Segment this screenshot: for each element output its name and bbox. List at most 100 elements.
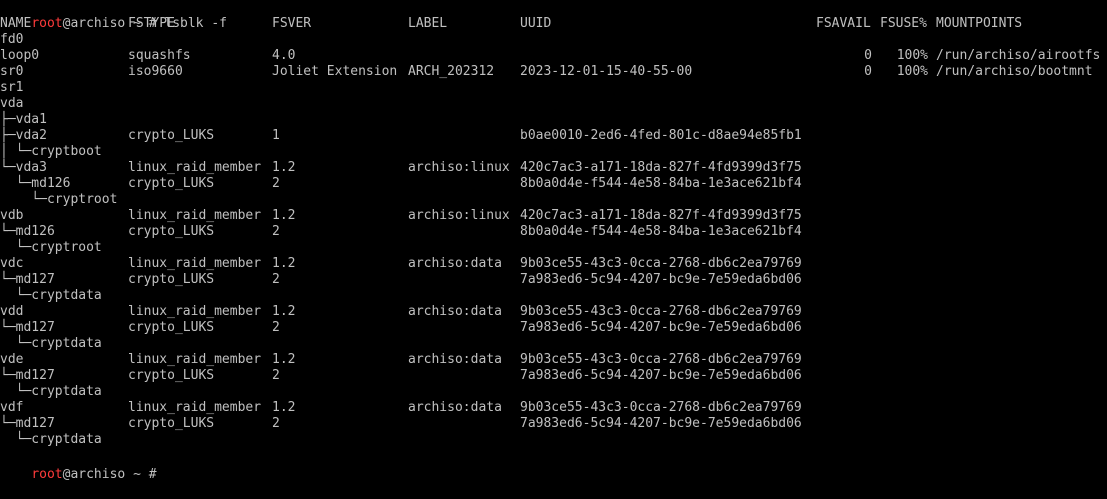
device-uuid: 9b03ce55-43c3-0cca-2768-db6c2ea79769 xyxy=(520,304,802,319)
device-fsver: 2 xyxy=(272,176,280,191)
device-uuid: 9b03ce55-43c3-0cca-2768-db6c2ea79769 xyxy=(520,256,802,271)
device-name: sr0 xyxy=(0,64,24,79)
device-uuid: 8b0a0d4e-f544-4e58-84ba-1e3ace621bf4 xyxy=(520,224,802,239)
device-name: sr1 xyxy=(0,80,24,95)
table-row: └─md127 crypto_LUKS 2 7a983ed6-5c94-4207-bc… xyxy=(0,320,1107,336)
device-name: vde xyxy=(0,352,24,367)
table-row: └─md127 crypto_LUKS 2 7a983ed6-5c94-4207-bc… xyxy=(0,272,1107,288)
device-name: └─md126 xyxy=(0,176,71,191)
device-fstype: crypto_LUKS xyxy=(128,176,215,191)
terminal-window[interactable]: root@archiso ~ # lsblk -f NAME FSTYPE FS… xyxy=(0,0,1107,482)
header-fsuse: FSUSE% xyxy=(880,16,927,31)
device-name: └─cryptdata xyxy=(0,288,102,303)
table-row: └─cryptdata xyxy=(0,336,1107,352)
device-fsver: 1.2 xyxy=(272,256,296,271)
device-uuid: b0ae0010-2ed6-4fed-801c-d8ae94e85fb1 xyxy=(520,128,802,143)
device-fstype: crypto_LUKS xyxy=(128,416,215,431)
device-name: vdd xyxy=(0,304,24,319)
device-name: loop0 xyxy=(0,48,40,63)
device-uuid: 9b03ce55-43c3-0cca-2768-db6c2ea79769 xyxy=(520,400,802,415)
device-fsver: 2 xyxy=(272,272,280,287)
table-row: └─vda3 linux_raid_member 1.2 archiso:linux 4… xyxy=(0,160,1107,176)
device-name: vdb xyxy=(0,208,24,223)
table-header: NAME FSTYPE FSVER LABEL UUID FSAVAIL FSU… xyxy=(0,16,1107,32)
table-row: └─cryptdata xyxy=(0,384,1107,400)
device-label: ARCH_202312 xyxy=(408,64,495,79)
device-fsavail: 0 xyxy=(864,48,872,63)
table-row: └─md126 crypto_LUKS 2 8b0a0d4e-f544-4e58-84… xyxy=(0,224,1107,240)
device-list: fd0 loop0 squashfs 4.0 0 100% /run/archiso/air… xyxy=(0,32,1107,448)
device-label: archiso:data xyxy=(408,400,502,415)
device-fstype: linux_raid_member xyxy=(128,304,262,319)
device-fstype: linux_raid_member xyxy=(128,208,262,223)
device-fsver: 1.2 xyxy=(272,208,296,223)
cursor xyxy=(164,464,172,478)
device-uuid: 7a983ed6-5c94-4207-bc9e-7e59eda6bd06 xyxy=(520,272,802,287)
device-label: archiso:data xyxy=(408,256,502,271)
device-name: └─cryptdata xyxy=(0,336,102,351)
table-row: vda xyxy=(0,96,1107,112)
device-label: archiso:linux xyxy=(408,160,510,175)
header-name: NAME xyxy=(0,16,32,31)
table-row: ├─vda2 crypto_LUKS 1 b0ae0010-2ed6-4fed-801… xyxy=(0,128,1107,144)
device-uuid: 420c7ac3-a171-18da-827f-4fd9399d3f75 xyxy=(520,160,802,175)
device-fsuse: 100% xyxy=(896,48,928,63)
final-prompt-line[interactable]: root@archiso ~ # xyxy=(0,448,1107,482)
device-fsver: 1.2 xyxy=(272,352,296,367)
device-name: vda xyxy=(0,96,24,111)
device-fsver: Joliet Extension xyxy=(272,64,398,79)
device-name: └─cryptdata xyxy=(0,384,102,399)
device-name: └─md127 xyxy=(0,272,55,287)
device-fsavail: 0 xyxy=(864,64,872,79)
device-label: archiso:linux xyxy=(408,208,510,223)
table-row: sr0 iso9660 Joliet Extension ARCH_202312 202… xyxy=(0,64,1107,80)
table-row: └─md127 crypto_LUKS 2 7a983ed6-5c94-4207-bc… xyxy=(0,368,1107,384)
device-fsver: 2 xyxy=(272,416,280,431)
device-mountpoint: /run/archiso/bootmnt xyxy=(936,64,1093,79)
device-label: archiso:data xyxy=(408,352,502,367)
header-uuid: UUID xyxy=(520,16,552,31)
device-fstype: crypto_LUKS xyxy=(128,320,215,335)
device-fstype: crypto_LUKS xyxy=(128,272,215,287)
device-uuid: 7a983ed6-5c94-4207-bc9e-7e59eda6bd06 xyxy=(520,320,802,335)
device-name: vdc xyxy=(0,256,24,271)
table-row: loop0 squashfs 4.0 0 100% /run/archiso/airoot… xyxy=(0,48,1107,64)
table-row: │ └─cryptboot xyxy=(0,144,1107,160)
device-name: └─vda3 xyxy=(0,160,47,175)
device-fsver: 1.2 xyxy=(272,160,296,175)
device-fstype: linux_raid_member xyxy=(128,160,262,175)
table-row: └─cryptroot xyxy=(0,192,1107,208)
command-line: root@archiso ~ # lsblk -f xyxy=(0,0,1107,31)
table-row: fd0 xyxy=(0,32,1107,48)
table-row: └─cryptdata xyxy=(0,432,1107,448)
table-row: sr1 xyxy=(0,80,1107,96)
device-uuid: 2023-12-01-15-40-55-00 xyxy=(520,64,693,79)
device-fstype: iso9660 xyxy=(128,64,183,79)
device-fstype: squashfs xyxy=(128,48,191,63)
device-uuid: 8b0a0d4e-f544-4e58-84ba-1e3ace621bf4 xyxy=(520,176,802,191)
header-label: LABEL xyxy=(408,16,448,31)
device-name: └─cryptroot xyxy=(0,240,102,255)
device-uuid: 7a983ed6-5c94-4207-bc9e-7e59eda6bd06 xyxy=(520,368,802,383)
device-label: archiso:data xyxy=(408,304,502,319)
table-row: └─cryptroot xyxy=(0,240,1107,256)
device-name: └─md127 xyxy=(0,368,55,383)
device-name: vdf xyxy=(0,400,24,415)
device-name: └─md127 xyxy=(0,416,55,431)
device-fsver: 2 xyxy=(272,368,280,383)
header-fsver: FSVER xyxy=(272,16,312,31)
device-fstype: linux_raid_member xyxy=(128,400,262,415)
device-fsver: 1.2 xyxy=(272,400,296,415)
device-name: └─cryptdata xyxy=(0,432,102,447)
table-row: └─md126 crypto_LUKS 2 8b0a0d4e-f544-4e58-84… xyxy=(0,176,1107,192)
device-fsver: 2 xyxy=(272,224,280,239)
device-uuid: 420c7ac3-a171-18da-827f-4fd9399d3f75 xyxy=(520,208,802,223)
device-uuid: 7a983ed6-5c94-4207-bc9e-7e59eda6bd06 xyxy=(520,416,802,431)
device-fstype: linux_raid_member xyxy=(128,352,262,367)
device-fstype: linux_raid_member xyxy=(128,256,262,271)
device-name: └─md127 xyxy=(0,320,55,335)
device-uuid: 9b03ce55-43c3-0cca-2768-db6c2ea79769 xyxy=(520,352,802,367)
device-fsver: 1 xyxy=(272,128,280,143)
device-name: └─cryptroot xyxy=(0,192,118,207)
table-row: └─md127 crypto_LUKS 2 7a983ed6-5c94-4207-bc… xyxy=(0,416,1107,432)
